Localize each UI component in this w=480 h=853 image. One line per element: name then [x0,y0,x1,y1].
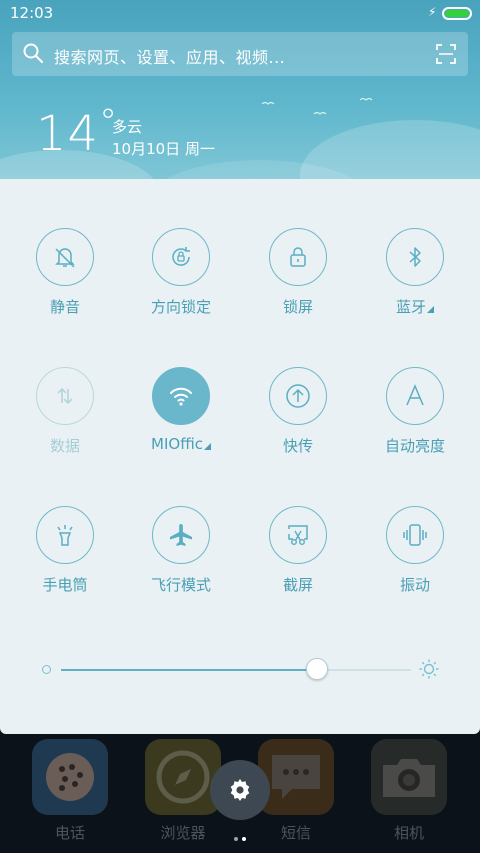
scan-icon[interactable] [436,44,456,64]
mobile-data-icon [57,387,73,405]
tile-circle [386,367,444,425]
temperature: 14° [36,102,119,162]
tile-label: 振动 [399,576,430,594]
mute-bell-icon [55,248,75,268]
brightness-slider[interactable] [40,654,440,684]
tile-circle [386,228,444,286]
tile-circle [36,228,94,286]
tile-label: 蓝牙 [360,296,470,317]
vibrate-icon [403,524,427,546]
slider-fill [61,669,317,671]
tile-label: 快传 [282,437,313,455]
weather-condition: 多云 [112,118,143,136]
gear-icon [230,779,250,801]
birds-decoration [261,97,373,115]
tile-wifi[interactable]: MIOffic [126,367,236,453]
messages-app-icon[interactable] [258,739,334,815]
tile-rotation-lock[interactable]: 方向锁定 [126,228,236,317]
weather-header: 12:03 ⚡ 搜索网页、设置、应用、视频... 14° 多云 10月10日 周… [0,0,480,180]
tile-mute[interactable]: 静音 [10,228,120,317]
page-dot-active [242,837,246,841]
tile-flashlight[interactable]: 手电筒 [10,506,120,595]
auto-brightness-icon [406,384,424,406]
tile-bluetooth[interactable]: 蓝牙 [360,228,470,317]
tile-label: 数据 [49,437,80,455]
dock-label-browser: 浏览器 [160,824,206,842]
screenshot-icon [288,525,308,546]
tile-circle [269,228,327,286]
menu-triangle-icon [427,306,434,313]
tile-circle [36,367,94,425]
page-indicator [232,826,248,845]
tile-label: MIOffic [126,435,236,453]
tile-circle [152,228,210,286]
quick-settings-panel: 静音 方向锁定 锁屏 蓝牙 数据 MIOffic 快传 自动亮度 手电筒 飞行模… [0,179,480,734]
tile-circle [36,506,94,564]
dock-label-camera: 相机 [393,824,424,842]
tile-label: 截屏 [282,576,313,594]
brightness-low-icon [42,665,51,674]
browser-app-icon[interactable] [145,739,221,815]
brightness-high-icon [419,659,439,679]
page-dot [234,837,238,841]
tile-circle [386,506,444,564]
phone-app-icon[interactable] [32,739,108,815]
slider-track[interactable] [61,669,411,671]
tile-label: 锁屏 [282,298,313,316]
search-bar[interactable]: 搜索网页、设置、应用、视频... [12,32,468,76]
tile-label: 方向锁定 [150,298,211,316]
tile-lock-screen[interactable]: 锁屏 [243,228,353,317]
charging-icon: ⚡ [428,5,437,19]
menu-triangle-icon [203,443,211,450]
tile-label: 自动亮度 [384,437,445,455]
status-time: 12:03 [10,4,54,22]
tile-circle [269,367,327,425]
weather-date: 10月10日 周一 [112,140,215,158]
battery-icon [442,7,472,20]
rotation-lock-icon [172,247,190,266]
bluetooth-icon [409,247,421,267]
tile-auto-brightness[interactable]: 自动亮度 [360,367,470,456]
wifi-icon [170,387,192,406]
quick-transfer-icon [286,384,310,408]
tile-quick-transfer[interactable]: 快传 [243,367,353,456]
tile-circle [152,506,210,564]
tile-circle [152,367,210,425]
tile-label: 手电筒 [42,576,88,594]
tile-label: 飞行模式 [150,576,211,594]
tile-circle [269,506,327,564]
dock-label-messages: 短信 [280,824,311,842]
dock-label-phone: 电话 [54,824,85,842]
tile-mobile-data[interactable]: 数据 [10,367,120,456]
airplane-icon [170,524,192,546]
tile-screenshot[interactable]: 截屏 [243,506,353,595]
camera-app-icon[interactable] [371,739,447,815]
tile-vibrate[interactable]: 振动 [360,506,470,595]
search-icon [23,43,44,64]
settings-button[interactable] [210,760,270,820]
tile-label: 静音 [49,298,80,316]
tile-airplane-mode[interactable]: 飞行模式 [126,506,236,595]
status-bar: 12:03 ⚡ [0,0,480,26]
flashlight-icon [57,525,73,546]
search-placeholder: 搜索网页、设置、应用、视频... [54,48,286,67]
slider-thumb[interactable] [305,658,328,680]
lock-icon [290,247,306,267]
